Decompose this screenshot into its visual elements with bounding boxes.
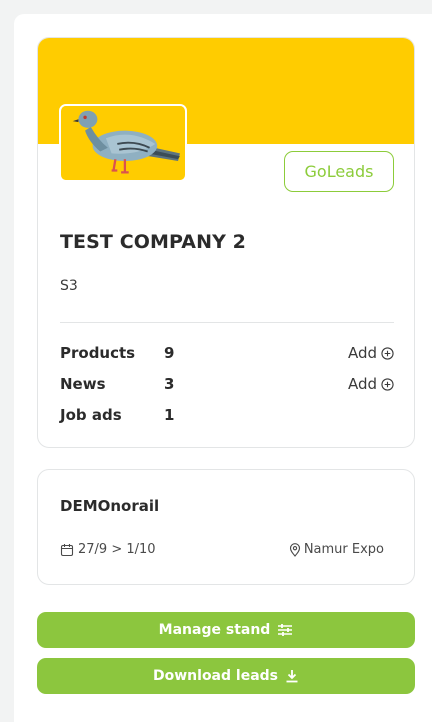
map-pin-icon	[289, 542, 300, 557]
download-leads-button[interactable]: Download leads	[37, 658, 415, 694]
event-card[interactable]: DEMOnorail 27/9 > 1/10 Namur Expo	[37, 469, 415, 585]
company-logo	[59, 104, 187, 182]
plus-circle-icon	[381, 346, 394, 360]
stat-count: 1	[164, 406, 175, 424]
plus-circle-icon	[381, 377, 394, 391]
add-product-button[interactable]: Add	[348, 344, 394, 362]
exhibitor-card: GoLeads TEST COMPANY 2 S3 Products 9 Add…	[37, 37, 415, 448]
stat-count: 9	[164, 344, 175, 362]
event-dates-text: 27/9 > 1/10	[78, 542, 156, 557]
stand-code: S3	[60, 278, 78, 294]
add-label: Add	[347, 375, 377, 393]
event-location-text: Namur Expo	[303, 542, 384, 557]
stat-row-news: News 3 Add	[60, 375, 394, 406]
sliders-icon	[278, 624, 293, 636]
download-icon	[286, 670, 298, 683]
company-name: TEST COMPANY 2	[60, 231, 246, 253]
manage-stand-label: Manage stand	[158, 622, 271, 638]
download-leads-label: Download leads	[153, 668, 278, 684]
event-name: DEMOnorail	[60, 497, 160, 515]
goleads-badge[interactable]: GoLeads	[284, 151, 394, 192]
stat-row-job-ads: Job ads 1	[60, 406, 394, 437]
pigeon-logo-icon	[62, 106, 184, 180]
stat-row-products: Products 9 Add	[60, 344, 394, 375]
divider	[60, 322, 394, 323]
manage-stand-button[interactable]: Manage stand	[37, 612, 415, 648]
calendar-icon	[60, 543, 74, 556]
add-label: Add	[347, 344, 377, 362]
event-location: Namur Expo	[289, 542, 384, 557]
stats-list: Products 9 Add News 3 Add Job ads 1	[60, 344, 394, 437]
stat-label: Products	[60, 344, 136, 362]
stat-label: News	[60, 375, 106, 393]
add-news-button[interactable]: Add	[348, 375, 394, 393]
stat-label: Job ads	[60, 406, 122, 424]
event-dates: 27/9 > 1/10	[60, 542, 156, 557]
stat-count: 3	[164, 375, 175, 393]
